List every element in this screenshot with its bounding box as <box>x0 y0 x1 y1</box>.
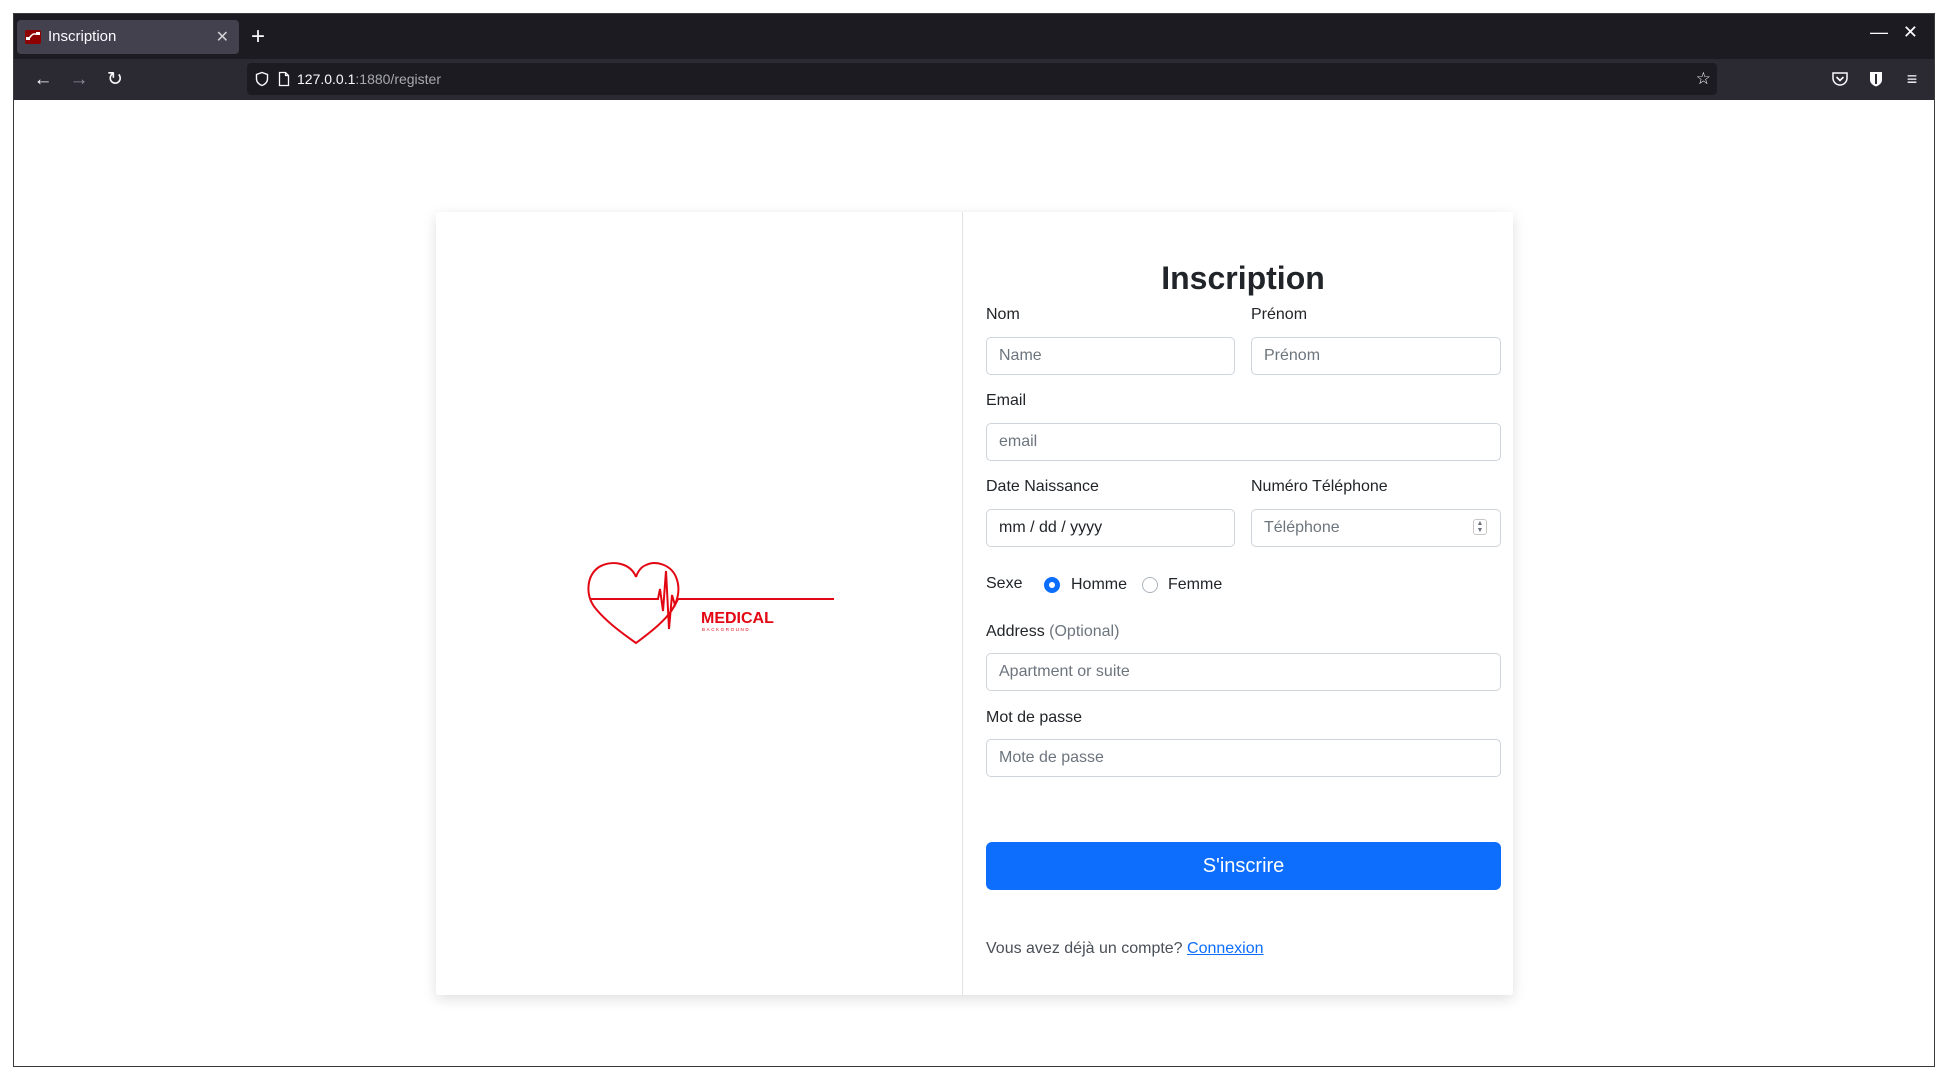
radio-homme-checked[interactable] <box>1044 577 1060 593</box>
tab-close-icon[interactable]: ✕ <box>216 27 229 47</box>
url-path: :1880/register <box>355 71 441 87</box>
nom-input[interactable] <box>986 337 1235 375</box>
address-optional-text: (Optional) <box>1049 623 1120 640</box>
radio-homme-label: Homme <box>1071 576 1128 593</box>
radio-femme-label: Femme <box>1168 576 1223 593</box>
telephone-input[interactable] <box>1251 509 1501 547</box>
email-label: Email <box>986 392 1027 409</box>
extension-shield-icon[interactable] <box>1867 70 1885 88</box>
date-naissance-input[interactable]: mm / dd / yyyy <box>986 509 1235 547</box>
radio-homme[interactable]: Homme <box>1044 576 1132 596</box>
number-spinner-icon[interactable]: ▲ ▼ <box>1473 519 1487 535</box>
address-input[interactable] <box>986 653 1501 691</box>
forward-arrow-icon[interactable]: → <box>66 67 92 93</box>
nom-label: Nom <box>986 306 1020 323</box>
url-bar[interactable]: 127.0.0.1:1880/register ☆ <box>247 63 1717 95</box>
logo-subtext: BACKGROUND <box>702 627 750 632</box>
medical-logo: MEDICAL BACKGROUND <box>587 562 834 645</box>
connexion-link[interactable]: Connexion <box>1187 940 1264 957</box>
node-red-favicon-icon <box>25 30 41 44</box>
date-value: mm / dd / yyyy <box>999 519 1103 536</box>
page-icon[interactable] <box>276 71 292 87</box>
tab-inscription[interactable]: Inscription ✕ <box>17 20 239 54</box>
browser-window: Inscription ✕ + — ✕ ← → ↻ 127.0.0.1:1880… <box>13 13 1935 1067</box>
email-input[interactable] <box>986 423 1501 461</box>
login-prompt-text: Vous avez déjà un compte? <box>986 940 1183 957</box>
logo-panel: MEDICAL BACKGROUND <box>436 212 963 995</box>
page-content: MEDICAL BACKGROUND Inscription Nom Préno… <box>14 100 1934 1066</box>
radio-femme-unchecked[interactable] <box>1142 577 1158 593</box>
address-label-text: Address <box>986 623 1045 640</box>
telephone-field: ▲▼ <box>1251 509 1501 547</box>
bookmark-star-icon[interactable]: ☆ <box>1696 69 1711 89</box>
window-close-icon[interactable]: ✕ <box>1903 22 1918 43</box>
reload-icon[interactable]: ↻ <box>102 67 128 93</box>
radio-femme[interactable]: Femme <box>1142 576 1224 596</box>
login-prompt: Vous avez déjà un compte? Connexion <box>986 940 1264 958</box>
tab-title: Inscription <box>48 28 117 45</box>
shield-icon[interactable] <box>254 71 270 87</box>
logo-text: MEDICAL <box>701 610 774 627</box>
register-card: MEDICAL BACKGROUND Inscription Nom Préno… <box>436 212 1513 995</box>
prenom-label: Prénom <box>1251 306 1308 323</box>
prenom-input[interactable] <box>1251 337 1501 375</box>
inscrire-button[interactable]: S'inscrire <box>986 842 1501 890</box>
navigation-toolbar: ← → ↻ 127.0.0.1:1880/register ☆ ≡ <box>14 59 1934 100</box>
tab-strip: Inscription ✕ + — ✕ <box>14 14 1934 59</box>
url-host: 127.0.0.1 <box>297 71 356 87</box>
password-label: Mot de passe <box>986 709 1083 726</box>
date-naissance-label: Date Naissance <box>986 478 1099 495</box>
address-label: Address (Optional) <box>986 623 1119 641</box>
back-arrow-icon[interactable]: ← <box>30 67 56 93</box>
hamburger-menu-icon[interactable]: ≡ <box>1899 66 1925 92</box>
telephone-label: Numéro Téléphone <box>1251 478 1388 495</box>
form-title: Inscription <box>1161 260 1325 296</box>
password-input[interactable] <box>986 739 1501 777</box>
register-form: Inscription Nom Prénom Email Date Naissa… <box>963 212 1513 995</box>
sexe-label: Sexe <box>986 575 1023 592</box>
url-text[interactable]: 127.0.0.1:1880/register <box>297 71 441 87</box>
new-tab-icon[interactable]: + <box>251 20 265 54</box>
pocket-icon[interactable] <box>1831 70 1849 88</box>
minimize-icon[interactable]: — <box>1870 22 1888 43</box>
